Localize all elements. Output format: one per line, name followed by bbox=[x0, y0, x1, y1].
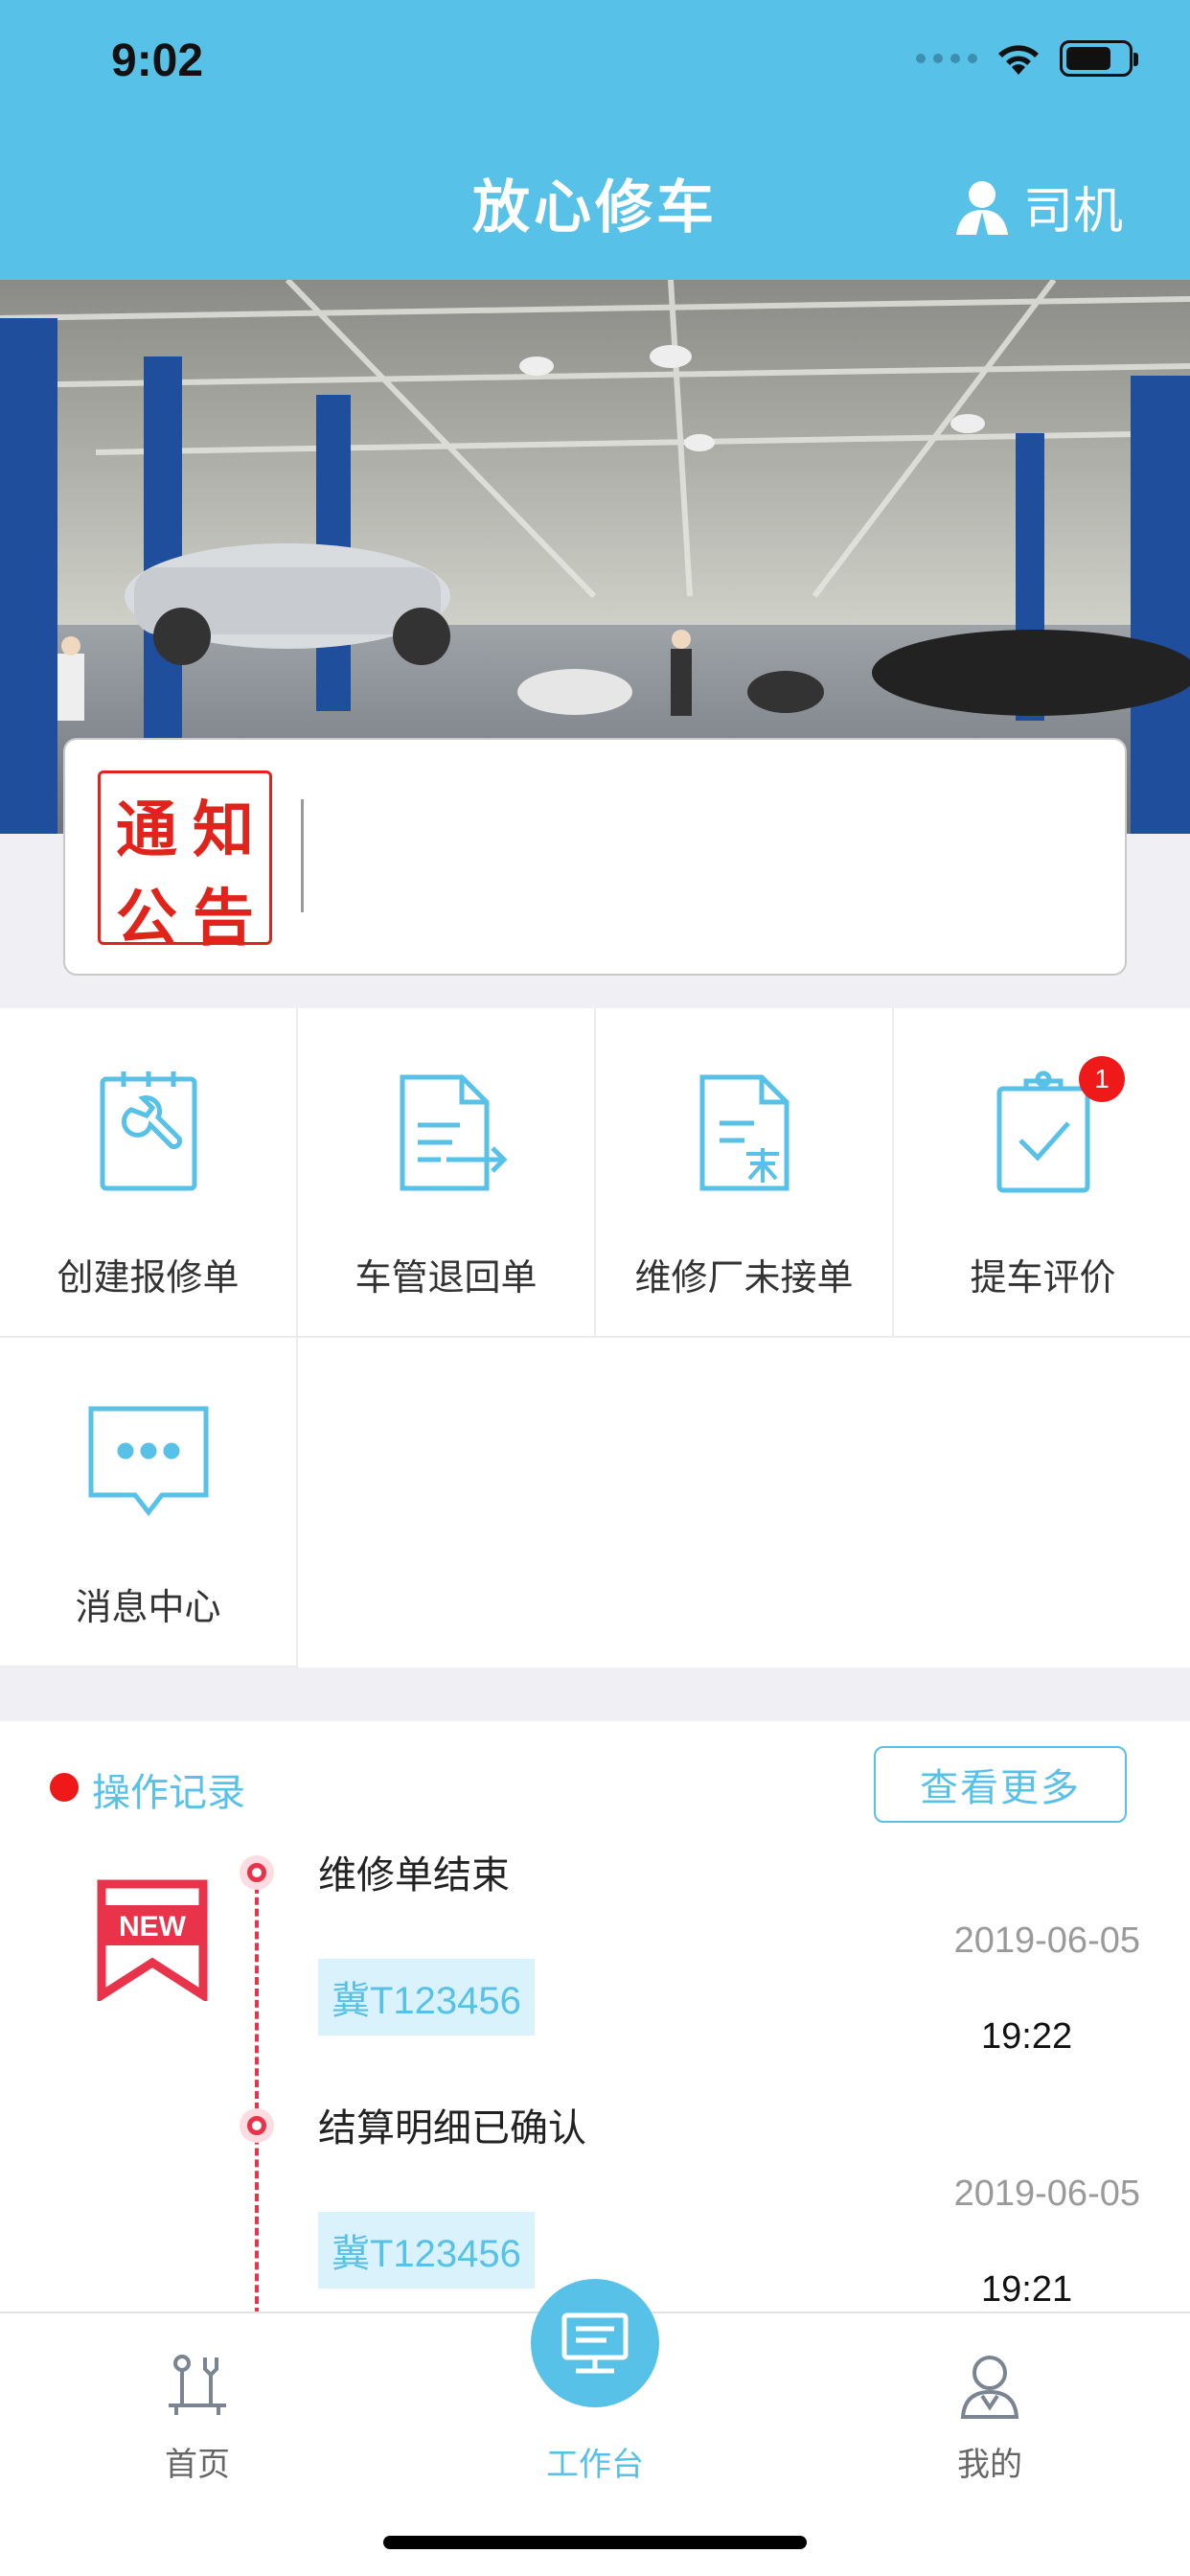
status-bar: 9:02 bbox=[0, 0, 1190, 126]
cellular-signal-icon bbox=[916, 54, 977, 63]
home-tools-icon bbox=[169, 2355, 226, 2415]
function-label: 车管退回单 bbox=[355, 1256, 538, 1299]
returned-order-button[interactable]: 车管退回单 bbox=[298, 1008, 596, 1338]
tab-label: 首页 bbox=[165, 2446, 230, 2484]
operation-records: 操作记录 查看更多 NEW 维修单结束 2019-06-05 冀T123456 … bbox=[0, 1721, 1190, 2312]
view-more-button[interactable]: 查看更多 bbox=[874, 1746, 1127, 1823]
record-date: 2019-06-05 bbox=[953, 2174, 1140, 2214]
function-grid: 创建报修单 车管退回单 维修厂未接单 提车评价 消息中心 bbox=[0, 1008, 1190, 1668]
app-header: 9:02 放心修车 司机 bbox=[0, 0, 1190, 280]
record-event: 结算明细已确认 bbox=[318, 2106, 586, 2150]
driver-user-icon bbox=[955, 180, 1008, 235]
workbench-monitor-icon bbox=[561, 2312, 629, 2374]
function-label: 维修厂未接单 bbox=[634, 1256, 854, 1299]
tab-label: 我的 bbox=[957, 2446, 1022, 2484]
plate-tag[interactable]: 冀T123456 bbox=[318, 2212, 535, 2288]
wrench-document-icon bbox=[100, 1071, 196, 1191]
workbench-fab-button[interactable] bbox=[531, 2279, 659, 2407]
record-event: 维修单结束 bbox=[318, 1853, 510, 1898]
notice-card[interactable]: 通 知 公 告 bbox=[63, 738, 1127, 976]
role-label: 司机 bbox=[1022, 183, 1123, 241]
new-ribbon-icon: NEW bbox=[97, 1879, 208, 2001]
plate-tag[interactable]: 冀T123456 bbox=[318, 1959, 535, 2036]
wifi-icon bbox=[995, 40, 1042, 77]
timeline-node bbox=[240, 2108, 274, 2143]
pickup-review-button[interactable]: 提车评价 bbox=[894, 1008, 1190, 1338]
notice-divider bbox=[301, 799, 304, 912]
function-label: 创建报修单 bbox=[57, 1256, 240, 1299]
tab-label: 工作台 bbox=[546, 2446, 644, 2484]
message-center-button[interactable]: 消息中心 bbox=[0, 1338, 298, 1668]
records-title: 操作记录 bbox=[92, 1771, 245, 1815]
chat-bubble-icon bbox=[88, 1406, 208, 1517]
function-label: 提车评价 bbox=[970, 1256, 1116, 1299]
notice-stamp: 通 知 公 告 bbox=[98, 770, 272, 954]
records-dot bbox=[50, 1773, 79, 1802]
unaccepted-document-icon bbox=[699, 1074, 789, 1191]
home-indicator bbox=[383, 2536, 807, 2549]
status-icons bbox=[916, 40, 1138, 77]
record-date: 2019-06-05 bbox=[953, 1920, 1140, 1961]
timeline-line bbox=[255, 1874, 259, 2312]
return-document-icon bbox=[400, 1074, 508, 1191]
profile-icon bbox=[960, 2356, 1019, 2419]
record-time: 19:21 bbox=[981, 2269, 1073, 2310]
timeline-node bbox=[240, 1855, 274, 1890]
function-label: 消息中心 bbox=[75, 1586, 221, 1628]
role-switch-button[interactable]: 司机 bbox=[952, 171, 1123, 242]
new-label: NEW bbox=[119, 1911, 187, 1943]
create-repair-order-button[interactable]: 创建报修单 bbox=[0, 1008, 298, 1338]
unaccepted-order-button[interactable]: 维修厂未接单 bbox=[596, 1008, 894, 1338]
notification-badge: 1 bbox=[1079, 1056, 1125, 1102]
record-time: 19:22 bbox=[981, 2016, 1073, 2057]
status-time: 9:02 bbox=[111, 35, 204, 86]
battery-icon bbox=[1060, 40, 1138, 77]
tab-home[interactable]: 首页 bbox=[102, 2333, 293, 2496]
tab-profile[interactable]: 我的 bbox=[894, 2333, 1086, 2496]
